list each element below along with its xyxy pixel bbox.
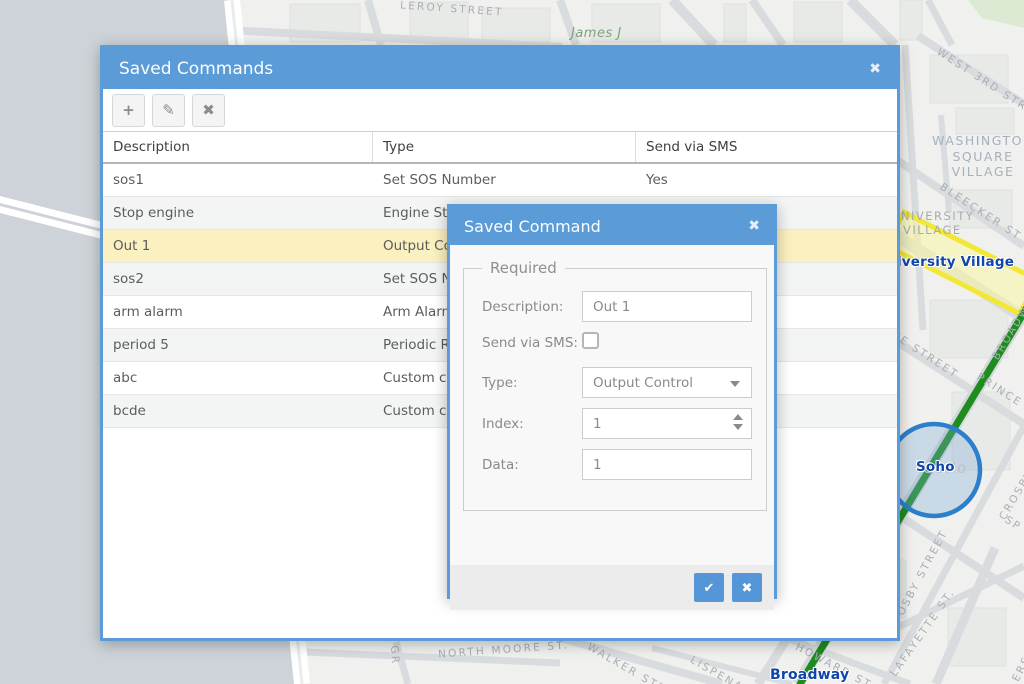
type-field-row: Type: Output Control xyxy=(482,367,752,398)
cancel-button[interactable]: ✖ xyxy=(732,573,762,602)
required-legend: Required xyxy=(482,259,565,277)
confirm-button[interactable]: ✔ xyxy=(694,573,724,602)
close-icon: ✖ xyxy=(742,580,753,596)
saved-commands-header[interactable]: Saved Commands ✖ xyxy=(103,48,897,89)
type-select-value: Output Control xyxy=(593,375,693,391)
checkmark-icon: ✔ xyxy=(704,580,715,596)
spinner-up-icon[interactable] xyxy=(733,414,743,420)
column-header-description[interactable]: Description xyxy=(103,132,373,162)
table-row[interactable]: sos1 Set SOS Number Yes xyxy=(103,164,897,197)
saved-command-header[interactable]: Saved Command ✖ xyxy=(450,207,774,245)
sms-checkbox[interactable] xyxy=(582,332,599,349)
data-field-row: Data: xyxy=(482,449,752,480)
cell-description: Stop engine xyxy=(103,197,373,229)
index-spinner[interactable] xyxy=(733,414,743,430)
column-header-sms[interactable]: Send via SMS xyxy=(636,132,897,162)
cell-description: arm alarm xyxy=(103,296,373,328)
type-label: Type: xyxy=(482,375,582,391)
required-fieldset: Required Description: Send via SMS: Type… xyxy=(463,259,767,511)
saved-commands-title: Saved Commands xyxy=(119,59,273,79)
close-icon[interactable]: ✖ xyxy=(748,219,760,233)
saved-command-footer: ✔ ✖ xyxy=(450,565,774,610)
saved-command-dialog: Saved Command ✖ Required Description: Se… xyxy=(447,204,777,599)
index-field-row: Index: xyxy=(482,408,752,439)
index-input[interactable] xyxy=(582,408,752,439)
saved-commands-toolbar: + ✎ ✖ xyxy=(103,89,897,132)
geofence-circle-soho[interactable] xyxy=(888,424,980,516)
close-icon[interactable]: ✖ xyxy=(869,62,881,76)
saved-command-title: Saved Command xyxy=(464,217,601,236)
cell-description: period 5 xyxy=(103,329,373,361)
saved-command-form: Required Description: Send via SMS: Type… xyxy=(450,259,774,610)
cell-description: sos1 xyxy=(103,164,373,196)
description-input[interactable] xyxy=(582,291,752,322)
type-select[interactable]: Output Control xyxy=(582,367,752,398)
cell-sms: Yes xyxy=(636,164,897,196)
edit-command-button[interactable]: ✎ xyxy=(152,94,185,127)
data-input[interactable] xyxy=(582,449,752,480)
spinner-down-icon[interactable] xyxy=(733,424,743,430)
index-label: Index: xyxy=(482,416,582,432)
add-command-button[interactable]: + xyxy=(112,94,145,127)
commands-table-header: Description Type Send via SMS xyxy=(103,132,897,164)
column-header-type[interactable]: Type xyxy=(373,132,636,162)
sms-label: Send via SMS: xyxy=(482,335,582,351)
chevron-down-icon xyxy=(730,381,740,387)
delete-command-button[interactable]: ✖ xyxy=(192,94,225,127)
cell-type: Set SOS Number xyxy=(373,164,636,196)
cell-description: abc xyxy=(103,362,373,394)
sms-field-row: Send via SMS: xyxy=(482,332,752,353)
cell-description: Out 1 xyxy=(103,230,373,262)
data-label: Data: xyxy=(482,457,582,473)
cell-description: bcde xyxy=(103,395,373,427)
delete-icon: ✖ xyxy=(202,101,215,119)
app-stage: LEROY STREET James J WEST 3RD STR WASHIN… xyxy=(0,0,1024,684)
cell-description: sos2 xyxy=(103,263,373,295)
description-field-row: Description: xyxy=(482,291,752,322)
description-label: Description: xyxy=(482,299,582,315)
plus-icon: + xyxy=(122,101,135,119)
pencil-icon: ✎ xyxy=(162,101,175,119)
